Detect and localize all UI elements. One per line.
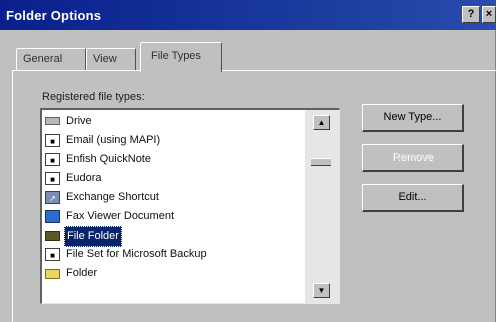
edit-button[interactable]: Edit...: [362, 184, 464, 212]
list-item[interactable]: Folder: [42, 264, 304, 283]
list-item[interactable]: ■ Enfish QuickNote: [42, 150, 304, 169]
remove-button[interactable]: Remove: [362, 144, 464, 172]
scroll-down-button[interactable]: ▼: [313, 283, 330, 298]
document-icon: ■: [45, 248, 60, 261]
new-type-button[interactable]: New Type...: [362, 104, 464, 132]
title-bar[interactable]: Folder Options ? ×: [0, 0, 496, 30]
registered-file-types-label: Registered file types:: [42, 91, 145, 103]
drive-icon: [45, 117, 60, 125]
document-icon: ■: [45, 134, 60, 147]
tab-file-types[interactable]: File Types: [140, 42, 222, 72]
list-item-label: Folder: [66, 267, 98, 279]
document-icon: ■: [45, 153, 60, 166]
list-item[interactable]: ■ Email (using MAPI): [42, 131, 304, 150]
shortcut-icon: ↗: [45, 191, 60, 204]
folder-icon: [45, 269, 60, 279]
fax-document-icon: [45, 210, 60, 223]
vertical-scrollbar[interactable]: ▲ ▼: [305, 110, 339, 303]
window-title: Folder Options: [6, 8, 102, 23]
list-item-label: Email (using MAPI): [66, 134, 161, 146]
registered-file-types-list[interactable]: Drive ■ Email (using MAPI) ■ Enfish Quic…: [40, 108, 340, 304]
scroll-thumb[interactable]: [311, 158, 331, 166]
list-item-label: File Set for Microsoft Backup: [66, 248, 207, 260]
file-type-items: Drive ■ Email (using MAPI) ■ Enfish Quic…: [42, 112, 304, 283]
list-item[interactable]: ↗ Exchange Shortcut: [42, 188, 304, 207]
list-item-label: Eudora: [66, 172, 102, 184]
document-icon: ■: [45, 172, 60, 185]
help-button[interactable]: ?: [462, 6, 480, 23]
list-item[interactable]: ■ File Set for Microsoft Backup: [42, 245, 304, 264]
folder-options-dialog: Folder Options ? × General View File Typ…: [0, 0, 496, 322]
folder-icon: [45, 231, 60, 241]
list-item-label: Exchange Shortcut: [66, 191, 159, 203]
tab-general[interactable]: General: [16, 48, 86, 70]
list-item-label: Drive: [66, 115, 92, 127]
list-item[interactable]: ■ Eudora: [42, 169, 304, 188]
list-item-label: File Folder: [64, 226, 122, 247]
scroll-up-button[interactable]: ▲: [313, 115, 330, 130]
list-item-label: Enfish QuickNote: [66, 153, 151, 165]
list-item-selected[interactable]: File Folder: [42, 226, 304, 247]
close-button[interactable]: ×: [482, 6, 496, 23]
tab-view[interactable]: View: [86, 48, 136, 70]
list-item[interactable]: Drive: [42, 112, 304, 131]
list-item-label: Fax Viewer Document: [66, 210, 175, 222]
list-item[interactable]: Fax Viewer Document: [42, 207, 304, 226]
